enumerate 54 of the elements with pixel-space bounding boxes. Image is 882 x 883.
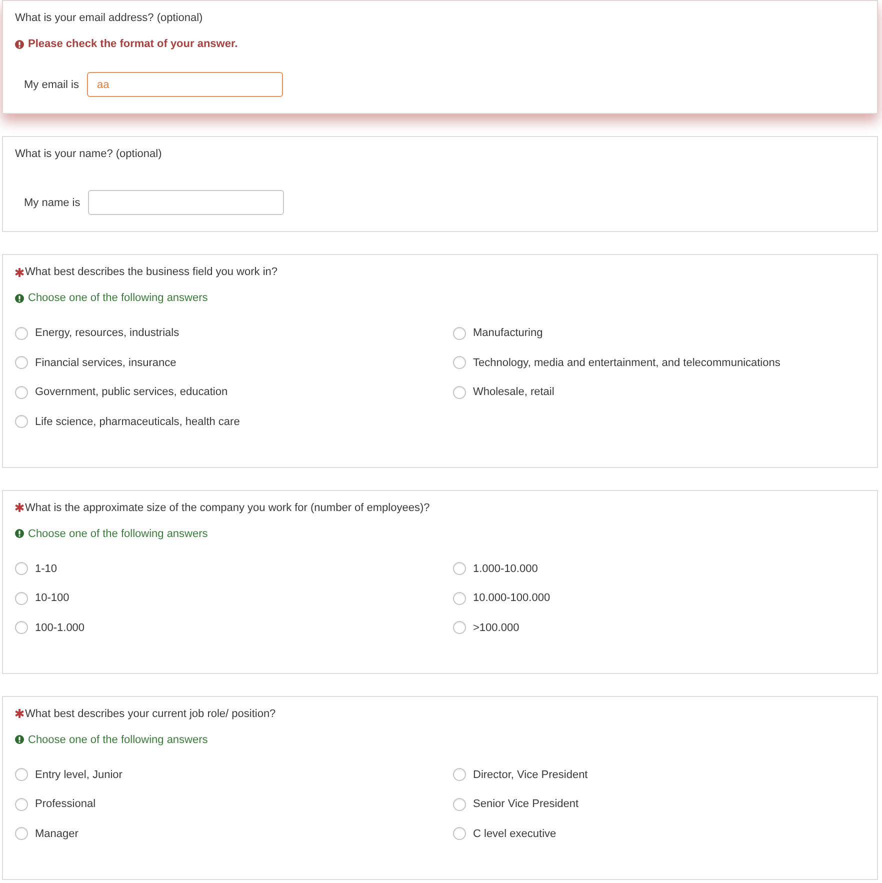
option-label[interactable]: Director, Vice President: [473, 766, 588, 782]
option-label[interactable]: >100.000: [473, 620, 520, 636]
option-label[interactable]: Senior Vice President: [473, 796, 579, 812]
hint-message: Choose one of the following answers: [28, 732, 208, 748]
radio-button[interactable]: [15, 768, 28, 781]
exclamation-icon: [15, 529, 24, 538]
radio-button[interactable]: [453, 798, 466, 810]
option-label[interactable]: 1-10: [35, 560, 58, 576]
option-label[interactable]: Entry level, Junior: [35, 766, 122, 782]
input-field[interactable]: [88, 190, 284, 215]
radio-button[interactable]: [15, 386, 28, 398]
option-label[interactable]: 10.000-100.000: [473, 590, 550, 606]
radio-button[interactable]: [453, 326, 466, 340]
radio-button[interactable]: [453, 827, 466, 840]
radio-button[interactable]: [453, 621, 466, 634]
field-label: My name is: [24, 196, 80, 210]
exclamation-icon: [15, 40, 24, 48]
option-label[interactable]: Manufacturing: [473, 325, 543, 341]
option-label[interactable]: 10-100: [35, 590, 70, 606]
radio-button[interactable]: [15, 798, 28, 810]
option-label[interactable]: Life science, pharmaceuticals, health care: [35, 414, 240, 430]
option-label[interactable]: Manager: [35, 826, 78, 842]
option-label[interactable]: Energy, resources, industrials: [35, 325, 180, 341]
field-label: My email is: [24, 78, 80, 92]
radio-button[interactable]: [453, 386, 466, 398]
radio-button[interactable]: [15, 562, 28, 575]
radio-button[interactable]: [15, 621, 28, 634]
option-label[interactable]: Government, public services, education: [35, 384, 228, 400]
question-title: What best describes your current job role/ position?: [25, 706, 276, 722]
option-label[interactable]: Technology, media and entertainment, and telecommunications: [473, 354, 780, 370]
option-label[interactable]: 100-1.000: [35, 620, 85, 636]
question-title: What best describes the business field you work in?: [25, 265, 278, 280]
radio-button[interactable]: [453, 768, 466, 781]
hint-message: Choose one of the following answers: [28, 291, 208, 306]
radio-button[interactable]: [15, 356, 28, 369]
radio-button[interactable]: [15, 827, 28, 840]
option-label[interactable]: C level executive: [473, 826, 556, 842]
question-title: What is the approximate size of the company you work for (number of employees)?: [25, 500, 430, 516]
option-label[interactable]: Financial services, insurance: [35, 354, 176, 370]
option-label[interactable]: Wholesale, retail: [473, 384, 554, 400]
exclamation-icon: [15, 735, 24, 744]
error-message: Please check the format of your answer.: [28, 37, 238, 52]
radio-button[interactable]: [15, 415, 28, 428]
radio-button[interactable]: [453, 356, 466, 369]
radio-button[interactable]: [15, 326, 28, 340]
option-label[interactable]: 1.000-10.000: [473, 560, 538, 576]
radio-button[interactable]: [453, 592, 466, 604]
radio-button[interactable]: [453, 562, 466, 575]
hint-message: Choose one of the following answers: [28, 526, 208, 542]
option-label[interactable]: Professional: [35, 796, 96, 812]
question-title: What is your name? (optional): [15, 147, 162, 162]
question-title: What is your email address? (optional): [15, 11, 203, 26]
exclamation-icon: [15, 294, 24, 302]
radio-button[interactable]: [15, 592, 28, 604]
